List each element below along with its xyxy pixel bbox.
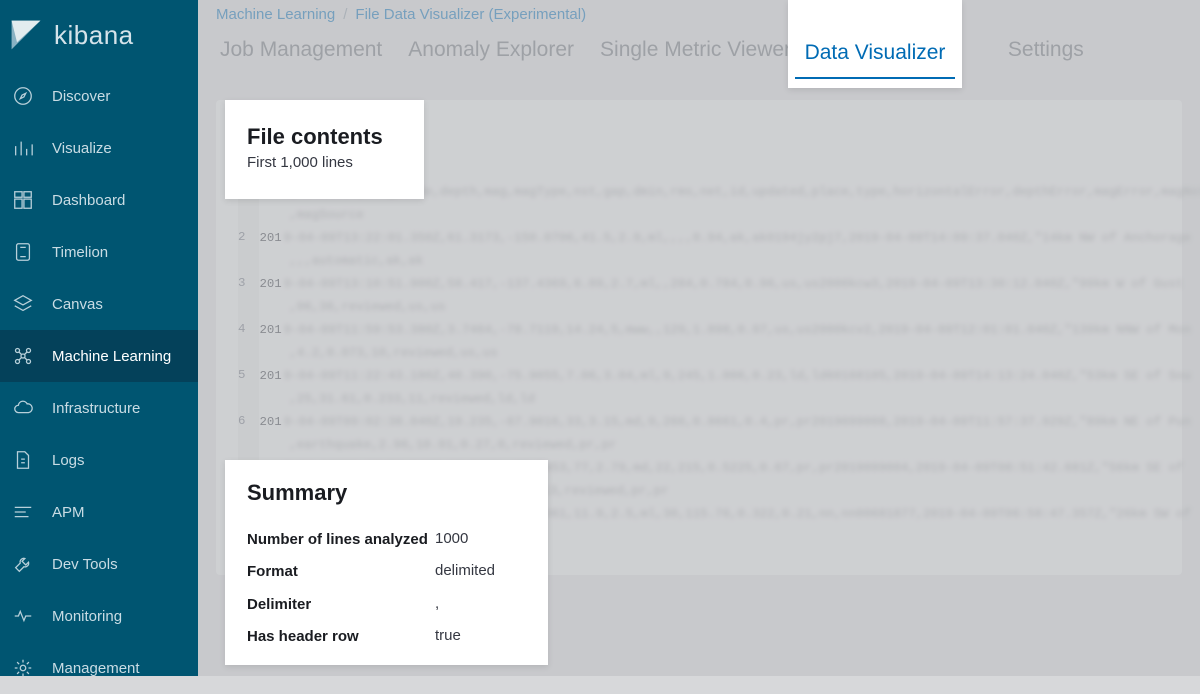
grid-icon bbox=[12, 189, 34, 211]
tab-job-management[interactable]: Job Management bbox=[216, 30, 386, 76]
brand-text: kibana bbox=[54, 20, 134, 51]
summary-label: Number of lines analyzed bbox=[247, 530, 435, 550]
code-line-wrap: ,,,automatic,ak,ak bbox=[259, 252, 1200, 269]
breadcrumb-link-visualizer[interactable]: File Data Visualizer (Experimental) bbox=[355, 6, 586, 23]
code-line-wrap: ,06,36,reviewed,us,us bbox=[259, 298, 1200, 315]
sidebar-item-label: Visualize bbox=[52, 140, 112, 157]
tab-anomaly-explorer[interactable]: Anomaly Explorer bbox=[404, 30, 578, 76]
sidebar-item-infrastructure[interactable]: Infrastructure bbox=[0, 382, 198, 434]
file-contents-header: File contents First 1,000 lines bbox=[225, 100, 424, 199]
sidebar-item-label: Infrastructure bbox=[52, 400, 140, 417]
summary-value: true bbox=[435, 627, 461, 647]
sidebar-item-label: Monitoring bbox=[52, 608, 122, 625]
sidebar-item-machine-learning[interactable]: Machine Learning bbox=[0, 330, 198, 382]
sidebar-item-dashboard[interactable]: Dashboard bbox=[0, 174, 198, 226]
sidebar-item-management[interactable]: Management bbox=[0, 642, 198, 694]
tab-settings[interactable]: Settings bbox=[1004, 30, 1088, 76]
breadcrumb-separator: / bbox=[343, 6, 347, 23]
code-line: 2019-04-09T13:10:51.900Z,58.417,-137.436… bbox=[259, 269, 1200, 298]
summary-value: delimited bbox=[435, 562, 495, 582]
tab-single-metric-viewer[interactable]: Single Metric Viewer bbox=[596, 30, 795, 76]
line-number: 3 bbox=[238, 269, 259, 298]
code-line: 2019-04-09T11:22:43.180Z,40.390,-75.9055… bbox=[259, 361, 1200, 390]
sidebar-item-label: Canvas bbox=[52, 296, 103, 313]
sidebar-item-label: Timelion bbox=[52, 244, 108, 261]
line-number: 4 bbox=[238, 315, 259, 344]
sidebar-item-label: APM bbox=[52, 504, 85, 521]
sidebar-item-logs[interactable]: Logs bbox=[0, 434, 198, 486]
nav-list: Discover Visualize Dashboard Timelion Ca… bbox=[0, 70, 198, 694]
tab-data-visualizer-highlight[interactable]: Data Visualizer bbox=[788, 0, 962, 88]
sidebar-item-label: Machine Learning bbox=[52, 348, 171, 365]
tabs: Job Management Anomaly Explorer Single M… bbox=[198, 28, 1200, 76]
sidebar-item-monitoring[interactable]: Monitoring bbox=[0, 590, 198, 642]
line-number: 2 bbox=[238, 223, 259, 252]
sidebar-item-discover[interactable]: Discover bbox=[0, 70, 198, 122]
line-number: 6 bbox=[238, 407, 259, 436]
code-line-wrap: ,4.2,0.073,10,reviewed,us,us bbox=[259, 344, 1200, 361]
file-contents-subtitle: First 1,000 lines bbox=[247, 154, 424, 171]
summary-value: 1000 bbox=[435, 530, 468, 550]
sidebar-item-label: Logs bbox=[52, 452, 85, 469]
summary-row: Number of lines analyzed1000 bbox=[247, 524, 526, 556]
summary-label: Delimiter bbox=[247, 595, 435, 615]
summary-value: , bbox=[435, 595, 439, 615]
summary-row: Has header rowtrue bbox=[247, 621, 526, 653]
code-line: 2019-04-09T11:59:53.380Z,3.7464,-78.7119… bbox=[259, 315, 1200, 344]
sidebar-item-canvas[interactable]: Canvas bbox=[0, 278, 198, 330]
summary-row: Delimiter, bbox=[247, 589, 526, 621]
sidebar: kibana Discover Visualize Dashboard Time… bbox=[0, 0, 198, 676]
summary-panel: Summary Number of lines analyzed1000Form… bbox=[225, 460, 548, 665]
sidebar-item-label: Management bbox=[52, 660, 140, 677]
sidebar-item-apm[interactable]: APM bbox=[0, 486, 198, 538]
hourglass-icon bbox=[12, 241, 34, 263]
sidebar-item-label: Discover bbox=[52, 88, 110, 105]
sidebar-item-label: Dashboard bbox=[52, 192, 125, 209]
tab-data-visualizer-label: Data Visualizer bbox=[795, 33, 956, 79]
summary-row: Formatdelimited bbox=[247, 556, 526, 588]
breadcrumb: Machine Learning / File Data Visualizer … bbox=[198, 0, 1200, 28]
compass-icon bbox=[12, 85, 34, 107]
summary-label: Format bbox=[247, 562, 435, 582]
cloud-icon bbox=[12, 397, 34, 419]
line-number: 5 bbox=[238, 361, 259, 390]
code-line: 2019-04-09T09:02:38.040Z,19.235,-67.9016… bbox=[259, 407, 1200, 436]
code-line: 2019-04-09T13:22:01.350Z,61.3173,-150.07… bbox=[259, 223, 1200, 252]
breadcrumb-link-ml[interactable]: Machine Learning bbox=[216, 6, 335, 23]
sidebar-item-label: Dev Tools bbox=[52, 556, 118, 573]
heart-icon bbox=[12, 605, 34, 627]
code-line-wrap: ,magSource bbox=[259, 206, 1200, 223]
file-icon bbox=[12, 449, 34, 471]
code-line-wrap: ,earthquake,2.96,10.91,0.27,0,reviewed,p… bbox=[259, 436, 1200, 453]
wrench-icon bbox=[12, 553, 34, 575]
summary-rows: Number of lines analyzed1000Formatdelimi… bbox=[247, 524, 526, 653]
logo[interactable]: kibana bbox=[0, 0, 198, 70]
bar-chart-icon bbox=[12, 137, 34, 159]
code-line-wrap: ,25,31.61,0.233,11,reviewed,ld,ld bbox=[259, 390, 1200, 407]
sidebar-item-dev-tools[interactable]: Dev Tools bbox=[0, 538, 198, 590]
sidebar-item-visualize[interactable]: Visualize bbox=[0, 122, 198, 174]
nodes-icon bbox=[12, 345, 34, 367]
sidebar-item-timelion[interactable]: Timelion bbox=[0, 226, 198, 278]
summary-title: Summary bbox=[247, 480, 526, 506]
lines-icon bbox=[12, 501, 34, 523]
layers-icon bbox=[12, 293, 34, 315]
kibana-logo-icon bbox=[8, 17, 44, 53]
summary-label: Has header row bbox=[247, 627, 435, 647]
file-contents-title: File contents bbox=[247, 124, 424, 150]
